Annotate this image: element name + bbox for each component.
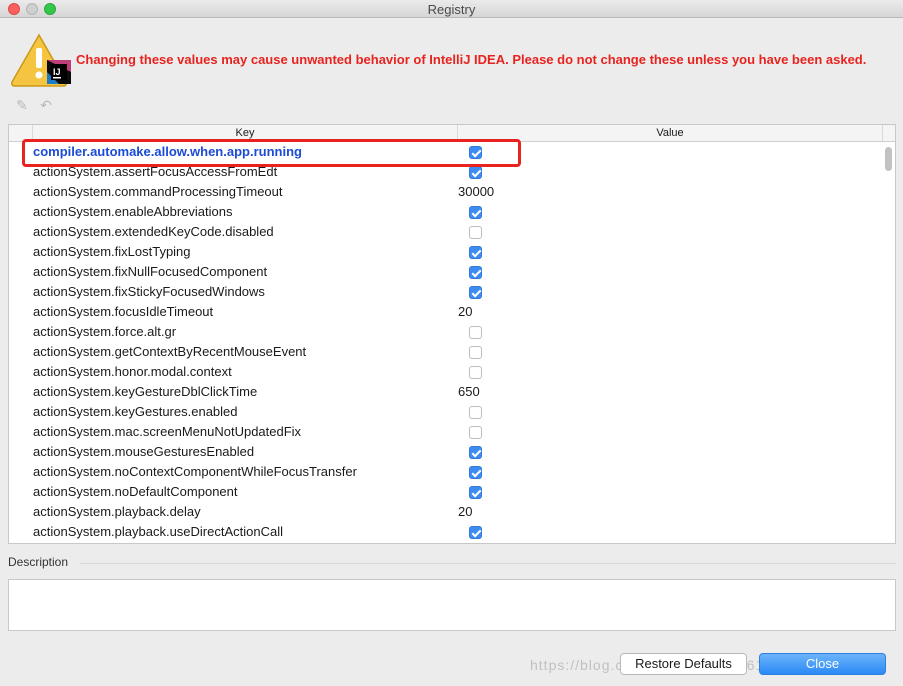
registry-key: actionSystem.mouseGesturesEnabled (33, 444, 255, 459)
registry-key: actionSystem.honor.modal.context (33, 364, 232, 379)
warning-message: Changing these values may cause unwanted… (76, 52, 867, 67)
registry-key: actionSystem.commandProcessingTimeout (33, 184, 283, 199)
table-row[interactable]: actionSystem.extendedKeyCode.disabled (9, 222, 883, 242)
table-row[interactable]: actionSystem.fixNullFocusedComponent (9, 262, 883, 282)
checkbox-checked[interactable] (469, 266, 482, 279)
checkbox-unchecked[interactable] (469, 426, 482, 439)
undo-icon[interactable]: ↶ (38, 97, 54, 113)
registry-key: actionSystem.getContextByRecentMouseEven… (33, 344, 307, 359)
edit-icon[interactable]: ✎ (14, 97, 30, 113)
title-bar: Registry (0, 0, 903, 18)
checkbox-checked[interactable] (469, 446, 482, 459)
checkbox-checked[interactable] (469, 166, 482, 179)
highlight-annotation (22, 139, 521, 167)
description-box (8, 579, 896, 631)
table-row[interactable]: actionSystem.mac.screenMenuNotUpdatedFix (9, 422, 883, 442)
registry-key: actionSystem.keyGestures.enabled (33, 404, 238, 419)
table-row[interactable]: actionSystem.force.alt.gr (9, 322, 883, 342)
checkbox-checked[interactable] (469, 466, 482, 479)
description-label: Description (8, 555, 69, 569)
registry-rows: compiler.automake.allow.when.app.running… (9, 142, 883, 542)
registry-value[interactable]: 30000 (458, 182, 494, 202)
registry-key: actionSystem.extendedKeyCode.disabled (33, 224, 274, 239)
description-divider (80, 563, 896, 564)
table-row[interactable]: actionSystem.fixStickyFocusedWindows (9, 282, 883, 302)
checkbox-unchecked[interactable] (469, 346, 482, 359)
table-row[interactable]: actionSystem.noDefaultComponent (9, 482, 883, 502)
registry-key: actionSystem.keyGestureDblClickTime (33, 384, 258, 399)
table-row[interactable]: actionSystem.mouseGesturesEnabled (9, 442, 883, 462)
registry-key: actionSystem.enableAbbreviations (33, 204, 233, 219)
registry-key: actionSystem.focusIdleTimeout (33, 304, 214, 319)
registry-key: actionSystem.fixNullFocusedComponent (33, 264, 268, 279)
table-row[interactable]: actionSystem.fixLostTyping (9, 242, 883, 262)
warning-icon: IJ (11, 33, 71, 87)
checkbox-checked[interactable] (469, 486, 482, 499)
table-row[interactable]: actionSystem.getContextByRecentMouseEven… (9, 342, 883, 362)
table-row[interactable]: actionSystem.noContextComponentWhileFocu… (9, 462, 883, 482)
table-row[interactable]: actionSystem.playback.delay 20 (9, 502, 883, 522)
checkbox-unchecked[interactable] (469, 226, 482, 239)
table-row[interactable]: actionSystem.keyGestures.enabled (9, 402, 883, 422)
registry-key: actionSystem.playback.useDirectActionCal… (33, 524, 283, 539)
table-row[interactable]: actionSystem.enableAbbreviations (9, 202, 883, 222)
registry-key: actionSystem.force.alt.gr (33, 324, 177, 339)
checkbox-checked[interactable] (469, 286, 482, 299)
registry-key: actionSystem.noContextComponentWhileFocu… (33, 464, 357, 479)
checkbox-checked[interactable] (469, 246, 482, 259)
checkbox-unchecked[interactable] (469, 326, 482, 339)
registry-value[interactable]: 650 (458, 382, 480, 402)
registry-key: actionSystem.mac.screenMenuNotUpdatedFix (33, 424, 302, 439)
table-row[interactable]: actionSystem.honor.modal.context (9, 362, 883, 382)
svg-text:IJ: IJ (53, 67, 61, 77)
close-button[interactable]: Close (759, 653, 886, 675)
table-row[interactable]: actionSystem.keyGestureDblClickTime 650 (9, 382, 883, 402)
checkbox-unchecked[interactable] (469, 406, 482, 419)
table-row[interactable]: actionSystem.commandProcessingTimeout 300… (9, 182, 883, 202)
registry-table: Key Value compiler.automake.allow.when.a… (8, 124, 896, 544)
registry-key: actionSystem.fixLostTyping (33, 244, 191, 259)
registry-key: actionSystem.fixStickyFocusedWindows (33, 284, 265, 299)
restore-defaults-button[interactable]: Restore Defaults (620, 653, 747, 675)
checkbox-checked[interactable] (469, 206, 482, 219)
checkbox-unchecked[interactable] (469, 366, 482, 379)
registry-value[interactable]: 20 (458, 502, 472, 522)
checkbox-checked[interactable] (469, 526, 482, 539)
registry-key: actionSystem.noDefaultComponent (33, 484, 238, 499)
scrollbar-thumb[interactable] (885, 147, 892, 171)
table-row[interactable]: actionSystem.playback.useDirectActionCal… (9, 522, 883, 542)
registry-key: actionSystem.playback.delay (33, 504, 201, 519)
column-header-value[interactable]: Value (458, 125, 883, 141)
table-row[interactable]: actionSystem.focusIdleTimeout 20 (9, 302, 883, 322)
registry-value[interactable]: 20 (458, 302, 472, 322)
window-title: Registry (427, 2, 476, 17)
